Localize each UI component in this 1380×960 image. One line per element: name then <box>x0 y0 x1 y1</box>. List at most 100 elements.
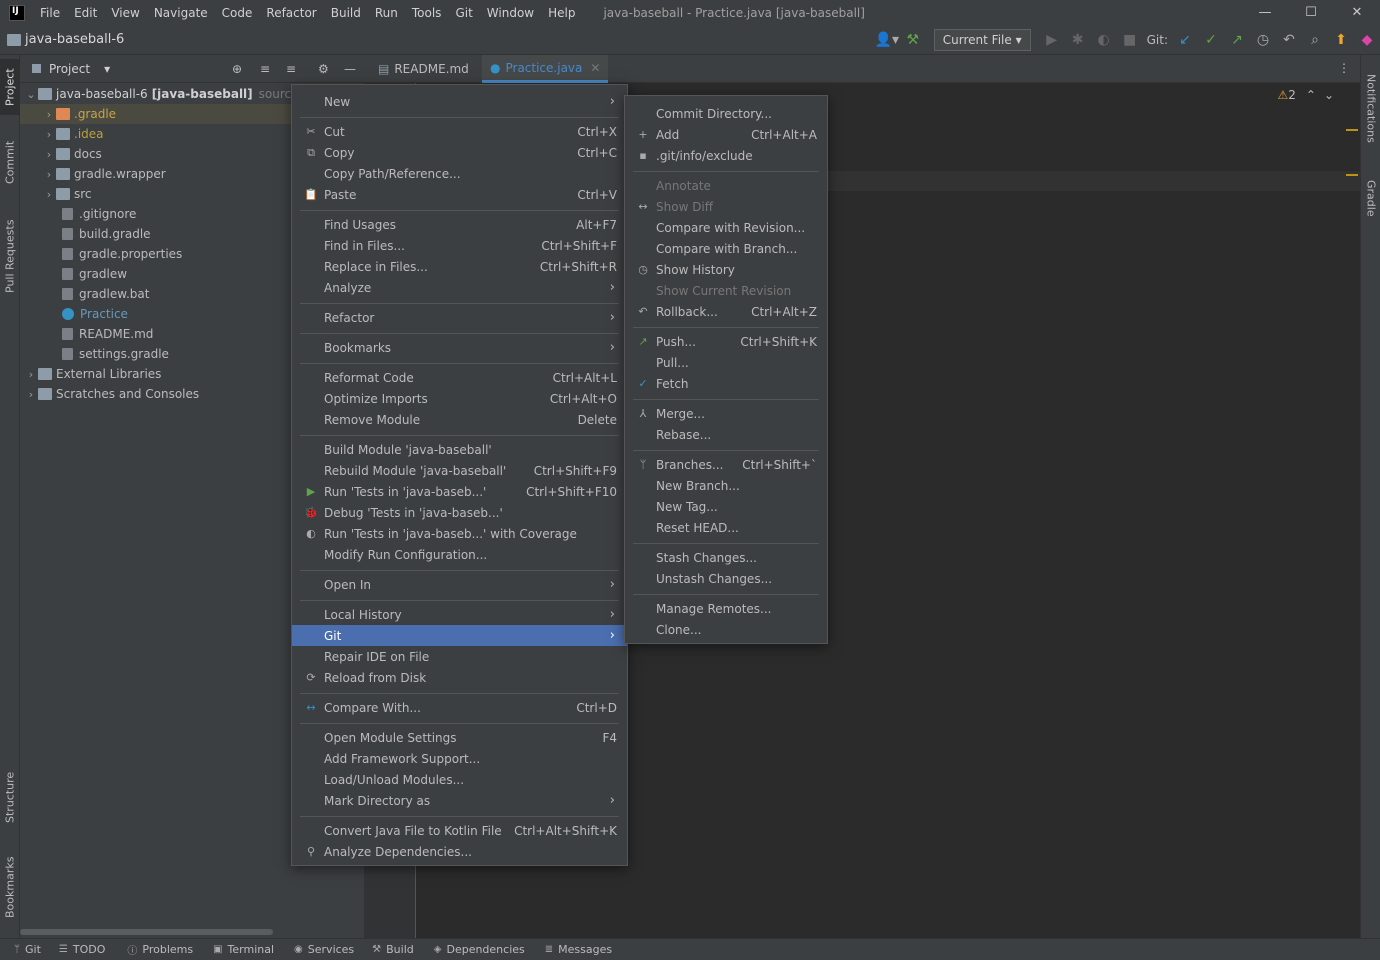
menu-item-compare-with[interactable]: ↔ Compare With... Ctrl+D <box>292 697 627 718</box>
breadcrumb[interactable]: java-baseball-6 <box>7 32 124 47</box>
menu-item-repair-ide-on-file[interactable]: Repair IDE on File <box>292 646 627 667</box>
menu-item-unstash-changes[interactable]: Unstash Changes... <box>625 568 827 589</box>
close-icon[interactable]: ✕ <box>1334 0 1380 25</box>
history-icon[interactable]: ◷ <box>1250 27 1276 53</box>
menu-item-replace-in-files[interactable]: Replace in Files... Ctrl+Shift+R <box>292 256 627 277</box>
menu-file[interactable]: File <box>33 6 67 20</box>
tab-readme[interactable]: ▤ README.md <box>370 55 477 83</box>
tool-problems[interactable]: ⓘ Problems <box>127 942 193 957</box>
menu-item-clone[interactable]: Clone... <box>625 619 827 640</box>
menu-run[interactable]: Run <box>368 6 405 20</box>
intellij-logo-icon[interactable]: IJ <box>9 4 25 21</box>
tab-bookmarks[interactable]: Bookmarks <box>0 849 20 925</box>
menu-item-new-tag[interactable]: New Tag... <box>625 496 827 517</box>
menu-build[interactable]: Build <box>324 6 368 20</box>
menu-refactor[interactable]: Refactor <box>259 6 323 20</box>
debug-icon[interactable]: ✱ <box>1065 27 1091 53</box>
menu-code[interactable]: Code <box>215 6 260 20</box>
locate-icon[interactable]: ⊕ <box>232 62 242 76</box>
menu-item-refactor[interactable]: Refactor › <box>292 307 627 328</box>
menu-item-cut[interactable]: ✂ Cut Ctrl+X <box>292 121 627 142</box>
menu-item-compare-with-revision[interactable]: Compare with Revision... <box>625 217 827 238</box>
warning-stripe[interactable] <box>1346 129 1358 131</box>
menu-item-find-usages[interactable]: Find Usages Alt+F7 <box>292 214 627 235</box>
menu-item-mark-directory-as[interactable]: Mark Directory as › <box>292 790 627 811</box>
menu-item-git[interactable]: Git › <box>292 625 627 646</box>
tool-dependencies[interactable]: ◈ Dependencies <box>434 943 525 956</box>
jetbrains-icon[interactable]: ◆ <box>1354 27 1380 53</box>
collapse-all-icon[interactable]: ≡ <box>286 62 296 76</box>
menu-tools[interactable]: Tools <box>405 6 449 20</box>
menu-item-analyze[interactable]: Analyze › <box>292 277 627 298</box>
menu-item-reset-head[interactable]: Reset HEAD... <box>625 517 827 538</box>
menu-item-bookmarks[interactable]: Bookmarks › <box>292 337 627 358</box>
close-tab-icon[interactable]: ✕ <box>590 61 600 75</box>
menu-help[interactable]: Help <box>541 6 582 20</box>
minimize-icon[interactable]: — <box>1242 0 1288 25</box>
tab-commit[interactable]: Commit <box>0 133 20 191</box>
menu-item-stash-changes[interactable]: Stash Changes... <box>625 547 827 568</box>
menu-item-convert-java-file-to-kotlin-file[interactable]: Convert Java File to Kotlin File Ctrl+Alt… <box>292 820 627 841</box>
tab-practice-java[interactable]: ● Practice.java ✕ <box>482 55 609 83</box>
menu-navigate[interactable]: Navigate <box>147 6 215 20</box>
menu-item-pull[interactable]: Pull... <box>625 352 827 373</box>
menu-git[interactable]: Git <box>448 6 479 20</box>
git-push-icon[interactable]: ↗ <box>1224 27 1250 53</box>
menu-item-run-tests-in-java-baseb[interactable]: ▶ Run 'Tests in 'java-baseb...' Ctrl+Shift… <box>292 481 627 502</box>
menu-item-show-history[interactable]: ◷ Show History <box>625 259 827 280</box>
menu-item-add[interactable]: + Add Ctrl+Alt+A <box>625 124 827 145</box>
menu-item-commit-directory[interactable]: Commit Directory... <box>625 103 827 124</box>
maximize-icon[interactable]: ☐ <box>1288 0 1334 25</box>
run-icon[interactable]: ▶ <box>1039 27 1065 53</box>
menu-item-run-tests-in-java-baseb-with-coverage[interactable]: ◐ Run 'Tests in 'java-baseb...' with Cove… <box>292 523 627 544</box>
menu-item-analyze-dependencies[interactable]: ⚲ Analyze Dependencies... <box>292 841 627 862</box>
menu-item-branches[interactable]: ᛘ Branches... Ctrl+Shift+` <box>625 454 827 475</box>
menu-window[interactable]: Window <box>480 6 541 20</box>
menu-item-load-unload-modules[interactable]: Load/Unload Modules... <box>292 769 627 790</box>
menu-item-debug-tests-in-java-baseb[interactable]: 🐞 Debug 'Tests in 'java-baseb...' <box>292 502 627 523</box>
menu-item-compare-with-branch[interactable]: Compare with Branch... <box>625 238 827 259</box>
menu-view[interactable]: View <box>104 6 146 20</box>
menu-item-merge[interactable]: ⅄ Merge... <box>625 403 827 424</box>
search-icon[interactable]: ⌕ <box>1302 27 1328 53</box>
menu-item-git-info-exclude[interactable]: ▪ .git/info/exclude <box>625 145 827 166</box>
tool-messages[interactable]: ≣ Messages <box>545 943 612 956</box>
git-commit-icon[interactable]: ✓ <box>1198 27 1224 53</box>
menu-item-reload-from-disk[interactable]: ⟳ Reload from Disk <box>292 667 627 688</box>
gear-icon[interactable]: ⚙ <box>318 62 329 76</box>
menu-item-push[interactable]: ↗ Push... Ctrl+Shift+K <box>625 331 827 352</box>
menu-item-modify-run-configuration[interactable]: Modify Run Configuration... <box>292 544 627 565</box>
rollback-icon[interactable]: ↶ <box>1276 27 1302 53</box>
warning-indicator[interactable]: ⚠2 ⌃ ⌄ <box>1277 88 1334 102</box>
menu-item-new-branch[interactable]: New Branch... <box>625 475 827 496</box>
build-hammer-icon[interactable]: ⚒ <box>900 27 926 53</box>
menu-item-open-module-settings[interactable]: Open Module Settings F4 <box>292 727 627 748</box>
menu-item-open-in[interactable]: Open In › <box>292 574 627 595</box>
coverage-icon[interactable]: ◐ <box>1091 27 1117 53</box>
stop-icon[interactable]: ■ <box>1117 27 1143 53</box>
menu-item-local-history[interactable]: Local History › <box>292 604 627 625</box>
project-panel-title[interactable]: Project <box>49 62 90 76</box>
menu-item-optimize-imports[interactable]: Optimize Imports Ctrl+Alt+O <box>292 388 627 409</box>
menu-item-remove-module[interactable]: Remove Module Delete <box>292 409 627 430</box>
tool-build[interactable]: ⚒ Build <box>372 943 414 956</box>
more-options-icon[interactable]: ⋮ <box>1338 61 1350 75</box>
tool-terminal[interactable]: ▣ Terminal <box>213 943 274 956</box>
menu-item-add-framework-support[interactable]: Add Framework Support... <box>292 748 627 769</box>
user-icon[interactable]: 👤▾ <box>874 27 900 53</box>
menu-item-paste[interactable]: 📋 Paste Ctrl+V <box>292 184 627 205</box>
horizontal-scrollbar[interactable] <box>20 929 273 935</box>
tab-project[interactable]: Project <box>0 59 20 115</box>
tab-pull-requests[interactable]: Pull Requests <box>0 210 20 302</box>
menu-item-rebase[interactable]: Rebase... <box>625 424 827 445</box>
menu-item-reformat-code[interactable]: Reformat Code Ctrl+Alt+L <box>292 367 627 388</box>
menu-item-find-in-files[interactable]: Find in Files... Ctrl+Shift+F <box>292 235 627 256</box>
tab-structure[interactable]: Structure <box>0 763 20 831</box>
menu-item-rebuild-module-java-baseball[interactable]: Rebuild Module 'java-baseball' Ctrl+Shift… <box>292 460 627 481</box>
warning-stripe[interactable] <box>1346 174 1358 176</box>
menu-edit[interactable]: Edit <box>67 6 104 20</box>
expand-all-icon[interactable]: ≡ <box>260 62 270 76</box>
menu-item-copy[interactable]: ⧉ Copy Ctrl+C <box>292 142 627 163</box>
chevron-down-icon[interactable]: ▾ <box>104 62 110 76</box>
run-config-select[interactable]: Current File ▾ <box>933 29 1031 51</box>
